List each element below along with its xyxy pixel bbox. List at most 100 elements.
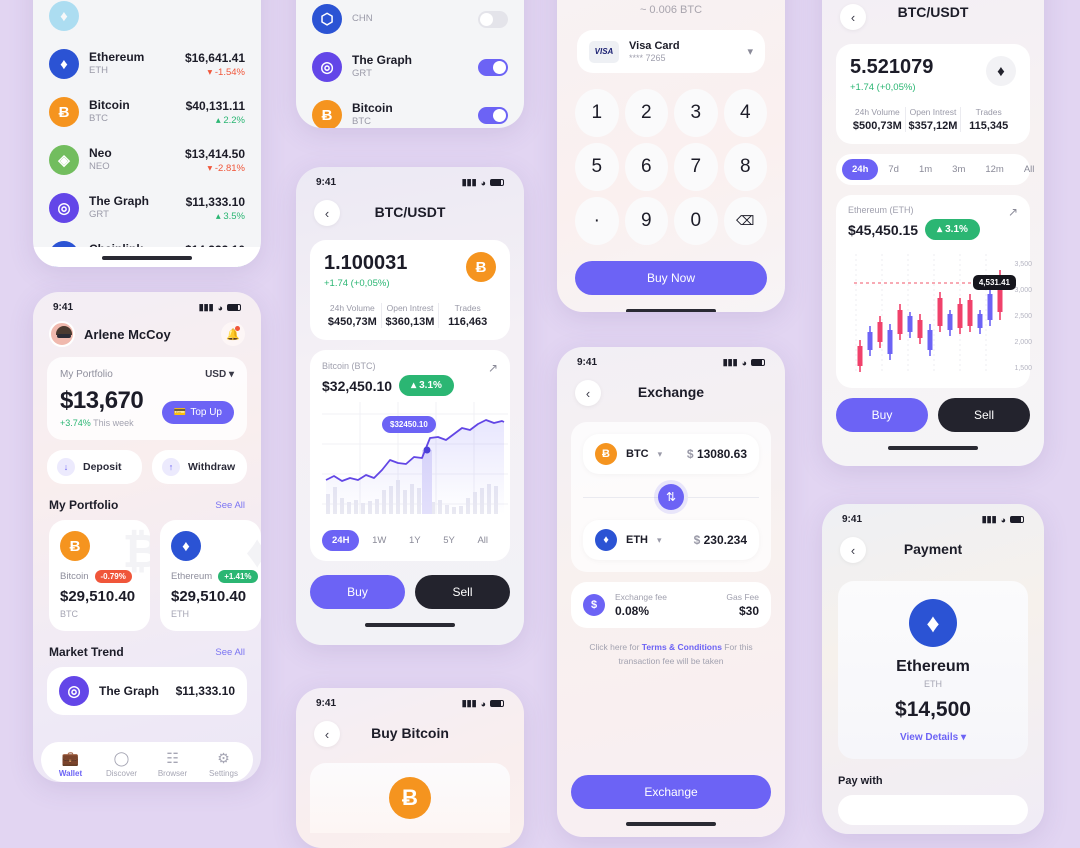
portfolio-see-all[interactable]: See All [215, 500, 245, 511]
to-amount[interactable]: $ 230.234 [694, 533, 747, 547]
expand-icon[interactable]: ↗ [488, 361, 498, 375]
sell-button[interactable]: Sell [415, 575, 510, 609]
key-1[interactable]: 1 [575, 89, 619, 137]
payment-card-selector[interactable]: VISA Visa Card **** 7265 ▾ [577, 30, 765, 73]
pair-candles-screen: ‹ BTC/USDT 5.521079 +1.74 (+0,05%) ♦ 24h… [822, 0, 1044, 466]
buy-now-button[interactable]: Buy Now [575, 261, 767, 295]
tab-wallet[interactable]: 💼 Wallet [45, 750, 96, 778]
key-6[interactable]: 6 [624, 143, 668, 191]
exchange-to-row[interactable]: ♦ ETH ▾ $ 230.234 [583, 520, 759, 560]
market-list[interactable]: ♦ ♦ Ethereum ETH $16,641.41 ▾ -1.54% Ƀ B… [33, 0, 261, 267]
view-details-link[interactable]: View Details ▾ [852, 732, 1014, 743]
range-selector[interactable]: 24H 1W 1Y 5Y All [322, 530, 498, 551]
coin-change: ▴ 3.5% [215, 210, 245, 222]
list-item[interactable]: ⬡ CHN [296, 4, 524, 43]
back-button[interactable]: ‹ [840, 4, 866, 30]
list-item[interactable]: ◎ The Graph GRT $11,333.10 ▴ 3.5% [33, 184, 261, 232]
sell-button[interactable]: Sell [938, 398, 1030, 432]
swap-button[interactable]: ⇅ [658, 484, 684, 510]
ethereum-icon: ♦ [909, 599, 957, 647]
balance-change: +3.74% [60, 418, 91, 428]
range-24h[interactable]: 24H [322, 530, 360, 551]
range-1y[interactable]: 1Y [399, 530, 431, 551]
key-2[interactable]: 2 [624, 89, 668, 137]
list-item[interactable]: ◎ The Graph GRT [296, 43, 524, 91]
range-1w[interactable]: 1W [362, 530, 396, 551]
tab-discover[interactable]: ◯ Discover [96, 750, 147, 778]
coin-toggle[interactable] [478, 58, 508, 76]
buy-button[interactable]: Buy [836, 398, 928, 432]
numeric-keypad[interactable]: 1 2 3 4 5 6 7 8 · 9 0 ⌫ [575, 89, 767, 245]
bitcoin-icon: Ƀ [49, 97, 79, 127]
market-see-all[interactable]: See All [215, 647, 245, 658]
currency-selector[interactable]: USD ▾ [205, 369, 234, 380]
stat-value: 116,463 [448, 316, 488, 328]
exchange-from-row[interactable]: Ƀ BTC ▾ $ 13080.63 [583, 434, 759, 474]
range-all[interactable]: All [1014, 159, 1044, 180]
notification-bell-icon[interactable]: 🔔 [221, 322, 245, 346]
back-button[interactable]: ‹ [314, 721, 340, 747]
key-8[interactable]: 8 [723, 143, 767, 191]
key-4[interactable]: 4 [723, 89, 767, 137]
expand-icon[interactable]: ↗ [1008, 205, 1018, 219]
swap-icon: ⇅ [665, 490, 677, 504]
chevron-down-icon[interactable]: ▾ [658, 449, 663, 460]
list-item[interactable]: Ƀ Bitcoin BTC $40,131.11 ▴ 2.2% [33, 88, 261, 136]
range-selector[interactable]: 24h 7d 1m 3m 12m All [836, 154, 1034, 185]
terms-link[interactable]: Terms & Conditions [642, 642, 722, 652]
key-0[interactable]: 0 [674, 197, 718, 245]
back-button[interactable]: ‹ [314, 200, 340, 226]
list-item[interactable]: ♦ Ethereum ETH $16,641.41 ▾ -1.54% [33, 40, 261, 88]
range-24h[interactable]: 24h [842, 159, 879, 180]
from-amount[interactable]: $ 13080.63 [687, 447, 747, 461]
portfolio-coin-card[interactable]: ♦ ♦ Ethereum +1.41% $29,510.40 ETH [160, 520, 261, 631]
range-1m[interactable]: 1m [909, 159, 942, 180]
range-all[interactable]: All [467, 530, 498, 551]
list-item[interactable]: ♦ [33, 0, 261, 40]
coin-name: The Graph [99, 683, 160, 698]
avatar[interactable] [49, 321, 75, 347]
navbar: ‹ BTC/USDT [296, 190, 524, 232]
withdraw-button[interactable]: ↑ Withdraw [152, 450, 247, 484]
wifi-icon: ◕ [217, 302, 223, 313]
range-7d[interactable]: 7d [878, 159, 909, 180]
buy-button[interactable]: Buy [310, 575, 405, 609]
portfolio-card: My Portfolio USD ▾ $13,670 +3.74% This w… [47, 357, 247, 440]
market-trend-row[interactable]: ◎ The Graph $11,333.10 [47, 667, 247, 715]
chevron-down-icon[interactable]: ▾ [657, 535, 662, 546]
back-button[interactable]: ‹ [840, 537, 866, 563]
chevron-down-icon: ▾ [960, 732, 966, 743]
range-3m[interactable]: 3m [942, 159, 975, 180]
coin-toggle[interactable] [478, 106, 508, 124]
key-decimal[interactable]: · [575, 197, 619, 245]
pair-price: 1.100031 [324, 252, 408, 274]
exchange-button[interactable]: Exchange [571, 775, 771, 809]
terms-text[interactable]: Click here for Terms & Conditions For th… [583, 640, 759, 669]
portfolio-coin-card[interactable]: ₿ Ƀ Bitcoin -0.79% $29,510.40 BTC [49, 520, 150, 631]
pay-method-row[interactable] [838, 795, 1028, 825]
ethereum-icon: ♦ [171, 531, 201, 561]
list-item[interactable]: Ƀ Bitcoin BTC [296, 91, 524, 128]
backspace-icon[interactable]: ⌫ [723, 197, 767, 245]
chevron-down-icon[interactable]: ▾ [747, 45, 753, 58]
buy-bitcoin-screen: 9:41 ▮▮▮ ◕ ‹ Buy Bitcoin Ƀ [296, 688, 524, 848]
key-9[interactable]: 9 [624, 197, 668, 245]
bitcoin-icon: Ƀ [389, 777, 431, 819]
key-5[interactable]: 5 [575, 143, 619, 191]
coin-toggle[interactable] [478, 10, 508, 28]
tab-settings[interactable]: ⚙ Settings [198, 750, 249, 778]
to-symbol: ETH [626, 534, 648, 546]
the-graph-icon: ◎ [59, 676, 89, 706]
key-3[interactable]: 3 [674, 89, 718, 137]
tab-browser[interactable]: ☷ Browser [147, 750, 198, 778]
list-item[interactable]: ◈ Neo NEO $13,414.50 ▾ -2.81% [33, 136, 261, 184]
deposit-button[interactable]: ↓ Deposit [47, 450, 142, 484]
range-12m[interactable]: 12m [975, 159, 1013, 180]
bottom-tab-bar[interactable]: 💼 Wallet ◯ Discover ☷ Browser ⚙ Settings [41, 742, 253, 782]
top-up-button[interactable]: 💳 Top Up [161, 401, 234, 424]
key-7[interactable]: 7 [674, 143, 718, 191]
payment-amount: $14,500 [895, 698, 971, 721]
back-button[interactable]: ‹ [575, 380, 601, 406]
range-5y[interactable]: 5Y [433, 530, 465, 551]
coin-name: Ethereum [896, 658, 970, 675]
